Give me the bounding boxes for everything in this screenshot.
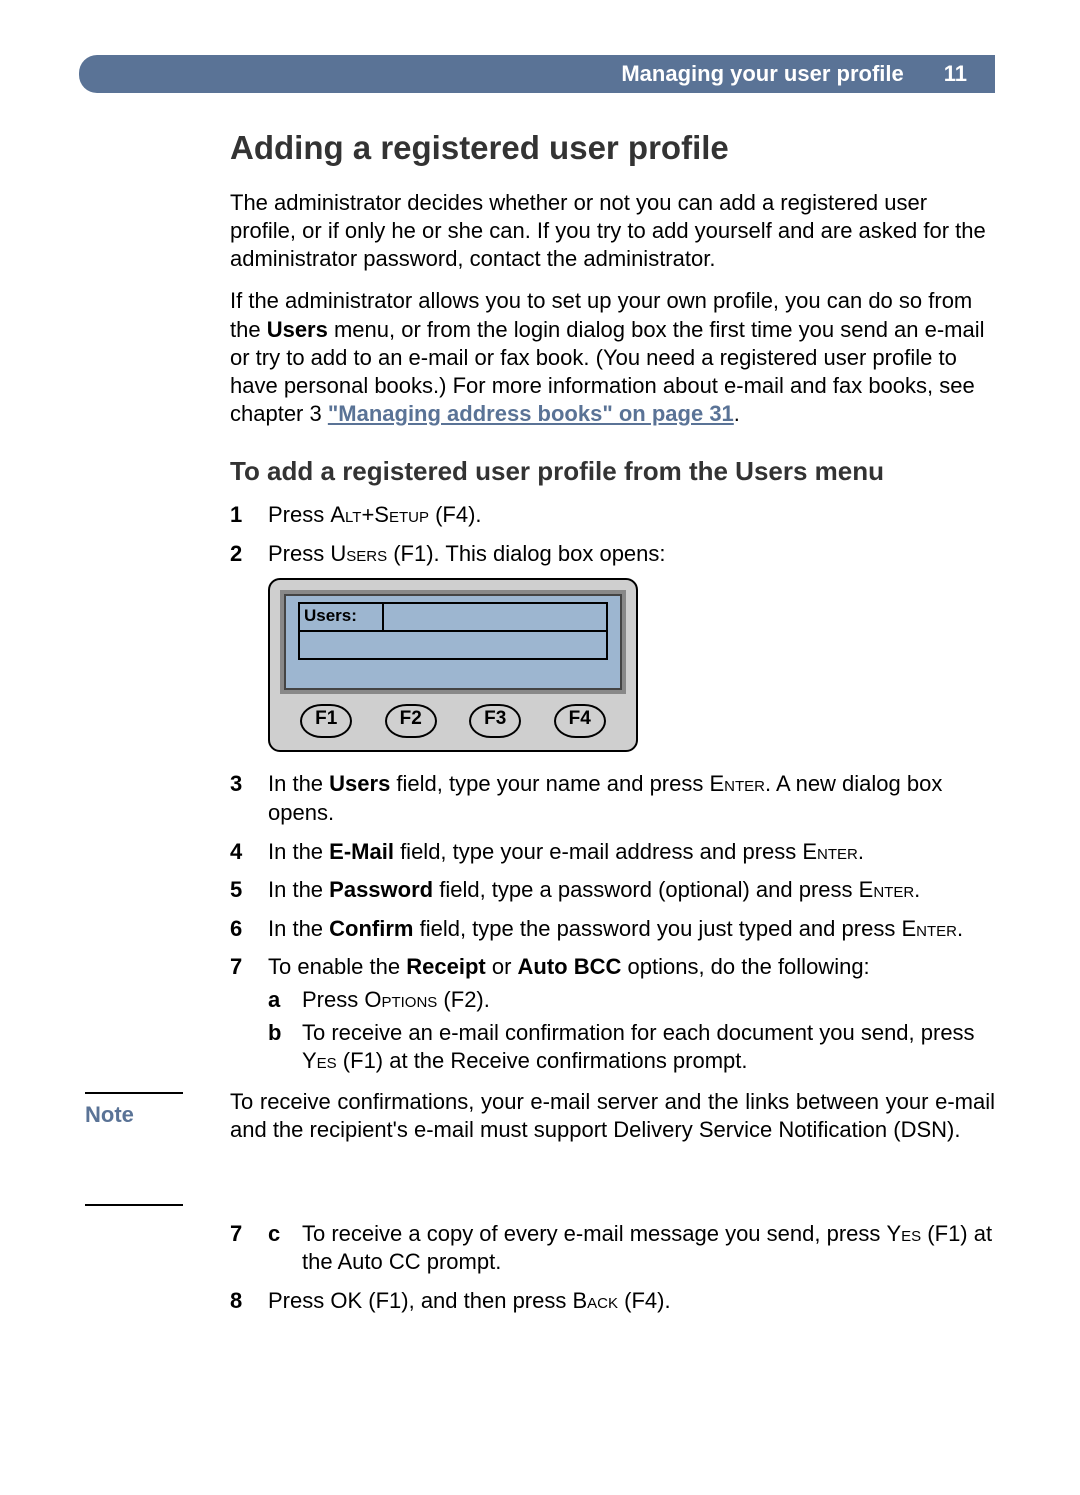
content-column-continued: To receive a copy of every e-mail messag… — [85, 1220, 995, 1316]
screen-users-label: Users: — [300, 604, 384, 630]
procedure-steps: Press Alt+Setup (F4). Press Users (F1). … — [230, 501, 995, 1076]
header-page-number: 11 — [944, 61, 977, 87]
step-5: In the Password field, type a password (… — [230, 876, 995, 905]
content-column: Adding a registered user profile The adm… — [85, 129, 995, 1076]
substeps-7: Press Options (F2). To receive an e-mail… — [268, 986, 995, 1076]
intro-paragraph-2: If the administrator allows you to set u… — [230, 287, 995, 428]
step-3: In the Users field, type your name and p… — [230, 770, 995, 827]
step-7: To enable the Receipt or Auto BCC option… — [230, 953, 995, 1075]
f1-key: F1 — [300, 704, 352, 738]
cross-reference-link[interactable]: "Managing address books" on page 31 — [328, 401, 734, 426]
step-2: Press Users (F1). This dialog box opens:… — [230, 540, 995, 753]
note-block: Note To receive confirmations, your e-ma… — [85, 1088, 995, 1206]
section-heading: Adding a registered user profile — [230, 129, 995, 167]
header-title: Managing your user profile — [621, 61, 903, 87]
procedure-steps-continued: To receive a copy of every e-mail messag… — [230, 1220, 995, 1316]
page-header: Managing your user profile 11 — [79, 55, 995, 93]
step-7a: Press Options (F2). — [268, 986, 995, 1015]
device-panel-illustration: Users: F1 F2 F3 F4 — [268, 578, 638, 752]
step-6: In the Confirm field, type the password … — [230, 915, 995, 944]
f4-key: F4 — [554, 704, 606, 738]
step-7b: To receive an e-mail confirmation for ea… — [268, 1019, 995, 1076]
f3-key: F3 — [469, 704, 521, 738]
device-screen: Users: — [280, 590, 626, 694]
step-7c: To receive a copy of every e-mail messag… — [268, 1220, 995, 1277]
f2-key: F2 — [385, 704, 437, 738]
substeps-7-continued: To receive a copy of every e-mail messag… — [268, 1220, 995, 1277]
note-label: Note — [85, 1088, 230, 1206]
note-body: To receive confirmations, your e-mail se… — [230, 1088, 995, 1206]
step-4: In the E-Mail field, type your e-mail ad… — [230, 838, 995, 867]
step-8: Press OK (F1), and then press Back (F4). — [230, 1287, 995, 1316]
subsection-heading: To add a registered user profile from th… — [230, 456, 995, 487]
function-key-row: F1 F2 F3 F4 — [280, 704, 626, 742]
step-1: Press Alt+Setup (F4). — [230, 501, 995, 530]
document-page: Managing your user profile 11 Adding a r… — [0, 0, 1080, 1386]
intro-paragraph-1: The administrator decides whether or not… — [230, 189, 995, 273]
step-7-continued: To receive a copy of every e-mail messag… — [230, 1220, 995, 1277]
